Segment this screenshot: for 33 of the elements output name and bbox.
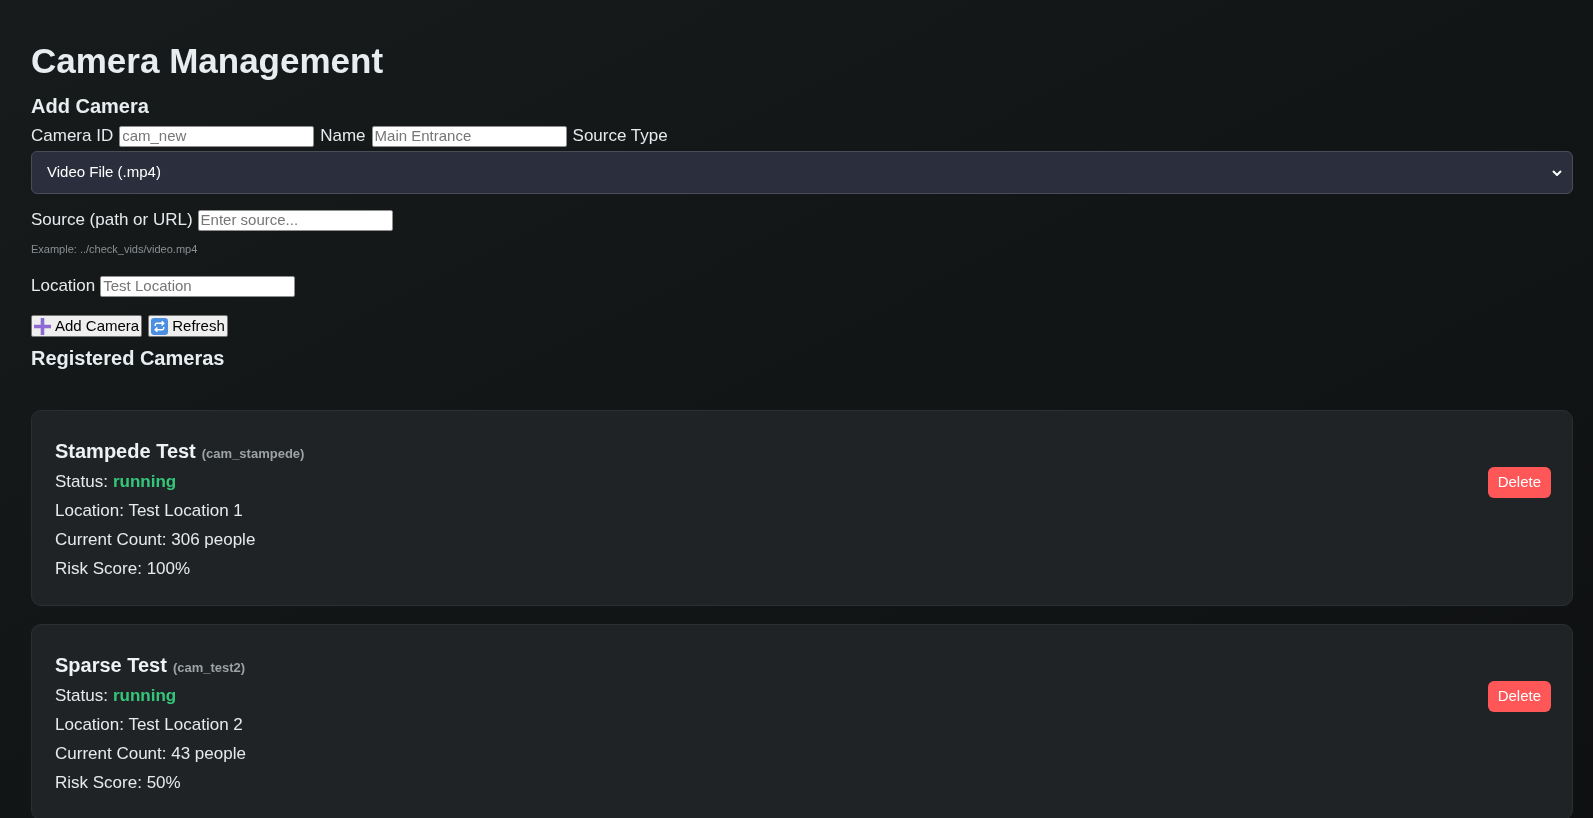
count-text: Current Count: 306 people (55, 529, 256, 551)
field-label: Camera ID (31, 125, 114, 147)
camera-name: Sparse Test (55, 653, 167, 678)
camera-id: (cam_stampede) (201, 445, 305, 463)
refresh-icon (151, 317, 169, 335)
risk-score-text: Risk Score: 50% (55, 772, 181, 794)
status-label: Status: (55, 471, 108, 493)
add-camera-button[interactable]: Add Camera (31, 315, 143, 337)
field-label: Source Type (572, 125, 668, 147)
section-heading: Registered Cameras (31, 346, 225, 370)
location-text: Location: Test Location 2 (55, 714, 243, 736)
source-field[interactable]: Enter source... (197, 209, 393, 231)
source-type-select[interactable]: Video File (.mp4) (31, 151, 1573, 194)
field-label: Location (31, 275, 96, 297)
status-text: running (112, 685, 177, 707)
risk-score-text: Risk Score: 100% (55, 558, 191, 580)
location-text: Location: Test Location 1 (55, 500, 243, 522)
name-field[interactable]: Main Entrance (371, 125, 567, 147)
field-label: Name (320, 125, 366, 147)
camera-id-field[interactable]: cam_new (119, 125, 315, 147)
status-label: Status: (55, 685, 108, 707)
field-label: Source (path or URL) (31, 209, 193, 231)
page-title: Camera Management (31, 40, 384, 82)
camera-id: (cam_test2) (172, 659, 246, 677)
refresh-button[interactable]: Refresh (148, 315, 228, 337)
section-heading: Add Camera (31, 94, 149, 118)
chevron-down-icon (1552, 169, 1562, 176)
camera-name: Stampede Test (55, 439, 196, 464)
plus-icon (34, 317, 51, 335)
count-text: Current Count: 43 people (55, 743, 246, 765)
location-field[interactable]: Test Location (100, 275, 296, 297)
hint-text: Example: ../check_vids/video.mp4 (31, 242, 198, 256)
status-text: running (112, 471, 177, 493)
